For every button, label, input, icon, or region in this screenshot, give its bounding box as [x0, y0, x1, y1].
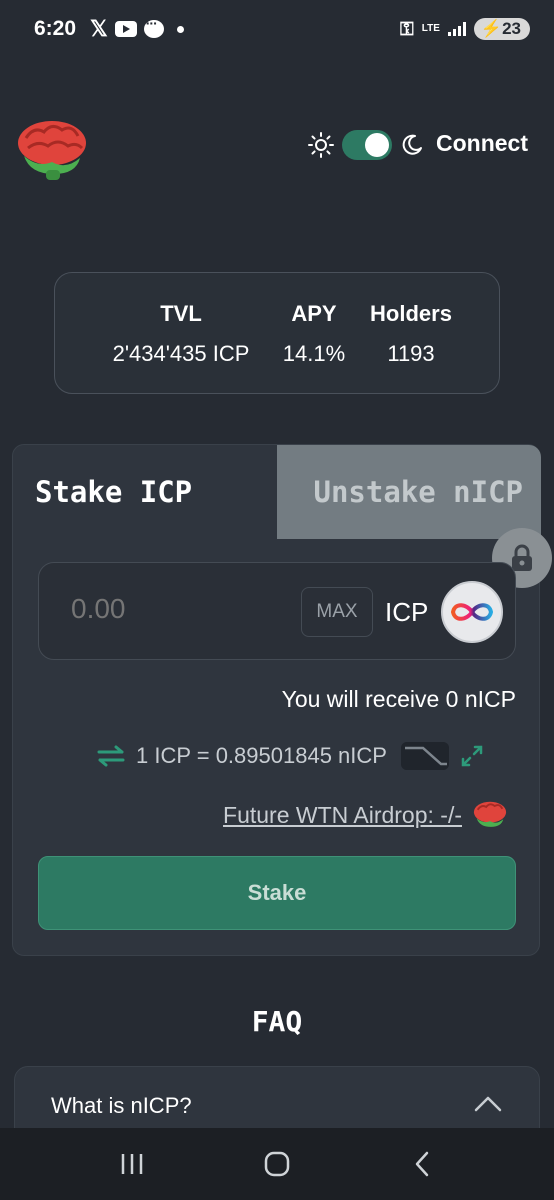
amount-input[interactable] — [71, 593, 271, 625]
rate-chart-icon[interactable] — [400, 742, 449, 770]
exchange-rate: 1 ICP = 0.89501845 nICP — [136, 743, 387, 768]
tab-unstake[interactable]: Unstake nICP — [277, 445, 541, 539]
moon-icon — [402, 134, 422, 155]
recent-apps-button[interactable] — [112, 1144, 152, 1184]
status-time: 6:20 — [34, 17, 77, 40]
battery-indicator: ⚡23 — [473, 18, 530, 40]
status-bar: 6:20 𝕏 ⚿ LTE ⚡23 — [0, 0, 554, 58]
back-icon — [415, 1151, 428, 1177]
system-icons: ⚿ LTE ⚡23 — [400, 18, 530, 40]
faq-title: FAQ — [251, 1005, 303, 1038]
signal-icon — [447, 22, 466, 36]
stake-button[interactable]: Stake — [38, 856, 516, 930]
faq-question: What is nICP? — [51, 1093, 192, 1118]
recent-apps-icon — [122, 1154, 143, 1174]
holders-label: Holders — [370, 301, 452, 326]
theme-toggle[interactable] — [308, 130, 424, 160]
stats-card: TVL 2'434'435 ICP APY 14.1% Holders 1193 — [54, 272, 500, 394]
exchange-rate-row: 1 ICP = 0.89501845 nICP — [96, 742, 485, 770]
system-nav-bar — [0, 1128, 554, 1200]
vpn-key-icon: ⚿ — [400, 18, 414, 39]
chevron-up-icon — [474, 1096, 502, 1112]
max-button[interactable]: MAX — [301, 587, 373, 637]
youtube-icon — [114, 21, 137, 37]
apy-label: APY — [291, 301, 337, 326]
tvl-stat: TVL 2'434'435 ICP — [105, 301, 257, 367]
sun-icon — [308, 132, 334, 158]
notification-icons: 𝕏 — [90, 15, 184, 42]
back-button[interactable] — [402, 1144, 442, 1184]
currency-label: ICP — [385, 597, 429, 627]
tvl-value: 2'434'435 ICP — [112, 341, 250, 366]
switch-knob — [365, 133, 389, 157]
brain-icon — [473, 801, 507, 827]
apy-value: 14.1% — [282, 341, 346, 366]
home-button[interactable] — [257, 1144, 297, 1184]
theme-switch[interactable] — [342, 130, 392, 160]
swap-arrows-icon[interactable] — [96, 745, 126, 767]
icp-token-icon — [441, 581, 503, 643]
brain-icon[interactable] — [14, 116, 90, 182]
x-app-icon: 𝕏 — [90, 16, 108, 41]
expand-icon[interactable] — [459, 743, 485, 769]
messages-icon — [143, 15, 164, 38]
home-icon — [264, 1151, 290, 1177]
tab-stake[interactable]: Stake ICP — [13, 445, 277, 539]
more-notifications-icon — [176, 25, 184, 33]
receive-text: You will receive 0 nICP — [281, 686, 516, 712]
amount-box: MAX ICP — [38, 562, 516, 660]
airdrop-row: Future WTN Airdrop: -/- — [223, 798, 508, 832]
lte-indicator: LTE — [421, 23, 440, 34]
holders-stat: Holders 1193 — [361, 301, 461, 367]
apy-stat: APY 14.1% — [277, 301, 351, 367]
airdrop-link[interactable]: Future WTN Airdrop: -/- — [223, 802, 462, 829]
tvl-label: TVL — [160, 301, 202, 326]
battery-level: 23 — [502, 19, 521, 38]
holders-value: 1193 — [387, 341, 435, 366]
connect-button[interactable]: Connect — [436, 130, 528, 157]
